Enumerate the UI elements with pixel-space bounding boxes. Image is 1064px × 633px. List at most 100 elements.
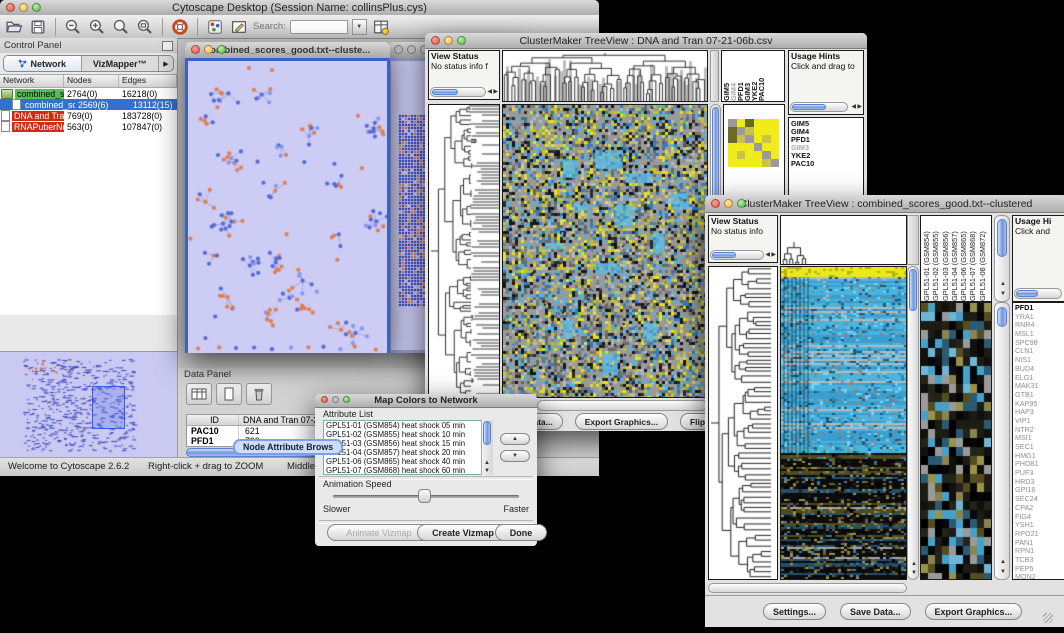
new-attribute-button[interactable] <box>216 383 242 405</box>
network-list-row[interactable]: RNAPuberNov2+! 563(0) 107847(0) <box>0 121 177 132</box>
scroll-up-icon[interactable]: ▲ <box>911 561 917 567</box>
zoom-window-icon[interactable] <box>457 36 466 45</box>
attr-col-id[interactable]: ID <box>187 415 239 425</box>
save-session-button[interactable] <box>28 17 48 37</box>
tab-vizmapper[interactable]: VizMapper™ <box>82 56 160 71</box>
tv2-minor-scrollbar[interactable] <box>907 215 919 265</box>
treeview-button[interactable]: Save Data... <box>840 603 911 620</box>
minimize-icon[interactable] <box>407 45 416 54</box>
tv2-zoom-vscroll[interactable]: ▲ ▼ <box>994 302 1010 580</box>
tv1-titlebar[interactable]: ClusterMaker TreeView : DNA and Tran 07-… <box>425 33 867 49</box>
column-label[interactable]: GPL51-01 (GSM854) <box>922 216 931 301</box>
zoom-in-icon[interactable] <box>87 17 107 37</box>
col-nodes[interactable]: Nodes <box>64 75 119 87</box>
scroll-right-icon[interactable]: ▶ <box>493 89 498 95</box>
annotation-icon[interactable] <box>229 17 249 37</box>
attribute-list-item[interactable]: GPL51-02 (GSM855) heat shock 10 min <box>324 430 492 439</box>
attribute-list-item[interactable]: GPL51-03 (GSM856) heat shock 15 min <box>324 439 492 448</box>
column-label[interactable]: GPL51-03 (GSM856) <box>941 216 950 301</box>
animate-vizmap-button[interactable]: Animate Vizmap <box>327 524 431 541</box>
zoom-out-icon[interactable] <box>63 17 83 37</box>
close-icon[interactable] <box>711 199 720 208</box>
view-status-scrollbar[interactable] <box>430 87 486 97</box>
move-down-button[interactable]: ▼ <box>500 450 530 462</box>
help-lifebuoy-icon[interactable] <box>170 17 190 37</box>
tv1-row-dendrogram[interactable] <box>428 104 500 398</box>
zoom-window-icon[interactable] <box>217 45 226 54</box>
delete-attribute-button[interactable] <box>246 383 272 405</box>
close-icon[interactable] <box>431 36 440 45</box>
float-panel-icon[interactable] <box>162 41 173 51</box>
tv1-global-heatmap[interactable] <box>502 104 708 398</box>
close-icon[interactable] <box>321 396 328 403</box>
close-icon[interactable] <box>6 3 15 12</box>
scroll-left-icon[interactable]: ◀ <box>487 89 492 95</box>
scroll-down-icon[interactable]: ▼ <box>911 570 917 576</box>
scroll-left-icon[interactable]: ◀ <box>851 104 856 110</box>
tv1-column-dendrogram[interactable] <box>502 50 708 102</box>
tv2-global-heatmap[interactable] <box>780 266 907 580</box>
net1-titlebar[interactable]: combined_scores_good.txt--cluste... <box>185 42 390 59</box>
tv2-hscroll[interactable] <box>708 583 907 593</box>
tv2-column-dendrogram[interactable] <box>780 215 907 265</box>
col-edges[interactable]: Edges <box>119 75 177 87</box>
network-list-row[interactable]: combined_scores 2764(0) 16218(0) <box>0 88 177 99</box>
scroll-down-icon[interactable]: ▼ <box>1000 291 1006 297</box>
col-network[interactable]: Network <box>0 75 64 87</box>
column-label[interactable]: GPL51-08 (GSM872) <box>978 216 987 301</box>
attribute-list-item[interactable]: GPL51-04 (GSM857) heat shock 20 min <box>324 448 492 457</box>
minimize-icon[interactable] <box>204 45 213 54</box>
open-session-button[interactable] <box>4 17 24 37</box>
resize-grip[interactable] <box>1043 613 1053 623</box>
network-overview-panel[interactable] <box>0 351 177 458</box>
tab-network[interactable]: Network <box>4 56 82 71</box>
column-label[interactable]: GPL51-02 (GSM855) <box>931 216 940 301</box>
minimize-icon[interactable] <box>19 3 28 12</box>
zoom-selected-icon[interactable] <box>111 17 131 37</box>
select-attributes-button[interactable] <box>186 383 212 405</box>
gene-label[interactable]: MON2 <box>1015 573 1064 580</box>
node-attribute-browser-tab[interactable]: Node Attribute Brows <box>233 439 343 455</box>
scroll-up-icon[interactable]: ▲ <box>1000 281 1006 287</box>
column-label[interactable]: PAC10 <box>758 51 765 101</box>
scroll-up-icon[interactable]: ▲ <box>1000 559 1006 565</box>
scroll-down-icon[interactable]: ▼ <box>1000 569 1006 575</box>
treeview-button[interactable]: Settings... <box>763 603 826 620</box>
column-label[interactable]: GPL51-04 (GSM857) <box>950 216 959 301</box>
zoom-window-icon[interactable] <box>343 396 350 403</box>
minimize-icon[interactable] <box>444 36 453 45</box>
column-label[interactable]: GPL51-07 (GSM868) <box>968 216 977 301</box>
search-dropdown-icon[interactable]: ▼ <box>352 19 367 35</box>
view-status-scrollbar[interactable] <box>710 250 764 260</box>
attribute-list-scrollbar[interactable]: ▲ ▼ <box>481 420 493 475</box>
attribute-list-item[interactable]: GPL51-01 (GSM854) heat shock 05 min <box>324 421 492 430</box>
usage-hints-scrollbar[interactable] <box>1014 288 1062 299</box>
tv1-minor-scrollbar[interactable] <box>710 50 719 102</box>
scroll-up-icon[interactable]: ▲ <box>484 460 490 466</box>
network-list-row[interactable]: combined_sco 2569(6) 13112(15) <box>0 99 177 110</box>
minimize-icon[interactable] <box>332 396 339 403</box>
tv2-zoom-heatmap[interactable] <box>920 302 992 580</box>
tv2-labels-vscroll[interactable]: ▲ ▼ <box>994 215 1010 302</box>
attribute-list-item[interactable]: GPL51-07 (GSM868) heat shock 60 min <box>324 466 492 475</box>
treeview-button[interactable]: Export Graphics... <box>925 603 1023 620</box>
minimize-icon[interactable] <box>724 199 733 208</box>
close-icon[interactable] <box>191 45 200 54</box>
tv2-titlebar[interactable]: ClusterMaker TreeView : combined_scores_… <box>705 195 1064 213</box>
close-icon[interactable] <box>394 45 403 54</box>
zoom-fit-icon[interactable] <box>135 17 155 37</box>
scroll-down-icon[interactable]: ▼ <box>484 468 490 474</box>
import-table-icon[interactable] <box>371 17 391 37</box>
move-up-button[interactable]: ▲ <box>500 433 530 445</box>
tv1-zoom-heatmap[interactable] <box>728 119 779 167</box>
animation-speed-slider-thumb[interactable] <box>418 489 431 503</box>
network-list-row[interactable]: DNA and Tran 07 769(0) 183728(0) <box>0 110 177 121</box>
attribute-list-item[interactable]: GPL51-06 (GSM865) heat shock 40 min <box>324 457 492 466</box>
treeview-button[interactable]: Export Graphics... <box>575 413 668 430</box>
network-canvas[interactable] <box>185 58 390 353</box>
overview-viewport-rect[interactable] <box>92 386 125 429</box>
scroll-left-icon[interactable]: ◀ <box>765 252 770 258</box>
scroll-right-icon[interactable]: ▶ <box>857 104 862 110</box>
dialog-titlebar[interactable]: Map Colors to Network <box>315 394 537 408</box>
main-titlebar[interactable]: Cytoscape Desktop (Session Name: collins… <box>0 0 599 16</box>
